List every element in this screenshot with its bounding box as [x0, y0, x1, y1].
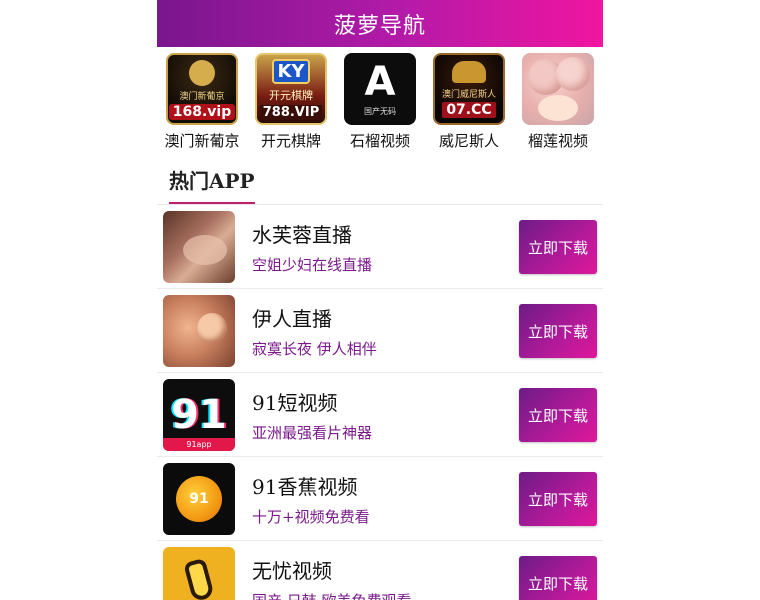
app-name: 伊人直播 — [252, 306, 332, 331]
download-button[interactable]: 立即下载 — [519, 220, 597, 274]
top-app-grid: 澳门新葡京 168.vip 澳门新葡京 KY 开元棋牌 788.VIP 开元棋牌… — [157, 47, 603, 151]
top-app-shiliu[interactable]: A 国产无码 石榴视频 — [343, 53, 417, 151]
list-item: 水芙蓉直播 空姐少妇在线直播 立即下载 — [157, 205, 603, 289]
download-button[interactable]: 立即下载 — [519, 556, 597, 600]
letter-a-icon: A 国产无码 — [344, 53, 416, 125]
section-header: 热门APP — [157, 165, 603, 205]
app-page: 菠萝导航 澳门新葡京 168.vip 澳门新葡京 KY 开元棋牌 788.VIP… — [157, 0, 603, 600]
download-button[interactable]: 立即下载 — [519, 472, 597, 526]
banana-icon[interactable] — [163, 546, 235, 600]
page-title: 菠萝导航 — [333, 13, 426, 39]
top-app-label: 威尼斯人 — [438, 132, 499, 150]
page-header: 菠萝导航 — [157, 0, 603, 47]
app-desc: 亚洲最强看片神器 — [252, 423, 373, 442]
list-item: 无忧视频 国产 日韩 欧美免费观看 立即下载 — [157, 541, 603, 600]
top-app-label: 石榴视频 — [349, 132, 410, 150]
app-desc: 十万+视频免费看 — [252, 507, 370, 526]
app-desc: 空姐少妇在线直播 — [252, 255, 373, 274]
top-app-durian[interactable]: 榴莲视频 — [521, 53, 595, 151]
top-app-ky[interactable]: KY 开元棋牌 788.VIP 开元棋牌 — [254, 53, 328, 151]
list-item: 91 91app 91短视频 亚洲最强看片神器 立即下载 — [157, 373, 603, 457]
top-app-macau[interactable]: 澳门新葡京 168.vip 澳门新葡京 — [164, 53, 240, 151]
top-app-label: 榴莲视频 — [527, 132, 588, 150]
list-item: 91 91香蕉视频 十万+视频免费看 立即下载 — [157, 457, 603, 541]
app-desc: 寂寞长夜 伊人相伴 — [252, 339, 377, 358]
top-app-label: 开元棋牌 — [260, 132, 321, 150]
download-button[interactable]: 立即下载 — [519, 304, 597, 358]
shuifurong-thumb-icon[interactable] — [163, 210, 235, 283]
app-list: 水芙蓉直播 空姐少妇在线直播 立即下载 伊人直播 寂寞长夜 伊人相伴 立即下载 … — [157, 205, 603, 600]
top-app-label: 澳门新葡京 — [164, 132, 240, 150]
ky-chess-icon: KY 开元棋牌 788.VIP — [255, 53, 327, 125]
app-name: 水芙蓉直播 — [252, 222, 352, 247]
durian-video-icon — [522, 53, 594, 125]
top-app-venetian[interactable]: 澳门威尼斯人 07.CC 威尼斯人 — [432, 53, 506, 151]
91-short-video-icon[interactable]: 91 91app — [163, 378, 235, 451]
download-button[interactable]: 立即下载 — [519, 388, 597, 442]
list-item: 伊人直播 寂寞长夜 伊人相伴 立即下载 — [157, 289, 603, 373]
venetian-icon: 澳门威尼斯人 07.CC — [433, 53, 505, 125]
91-banana-icon[interactable]: 91 — [163, 462, 235, 535]
section-title: 热门APP — [169, 165, 255, 204]
yiren-thumb-icon[interactable] — [163, 294, 235, 367]
app-name: 无忧视频 — [252, 558, 332, 583]
macau-casino-icon: 澳门新葡京 168.vip — [166, 53, 238, 125]
app-name: 91香蕉视频 — [252, 474, 358, 499]
app-desc: 国产 日韩 欧美免费观看 — [252, 590, 412, 600]
app-name: 91短视频 — [252, 390, 338, 415]
